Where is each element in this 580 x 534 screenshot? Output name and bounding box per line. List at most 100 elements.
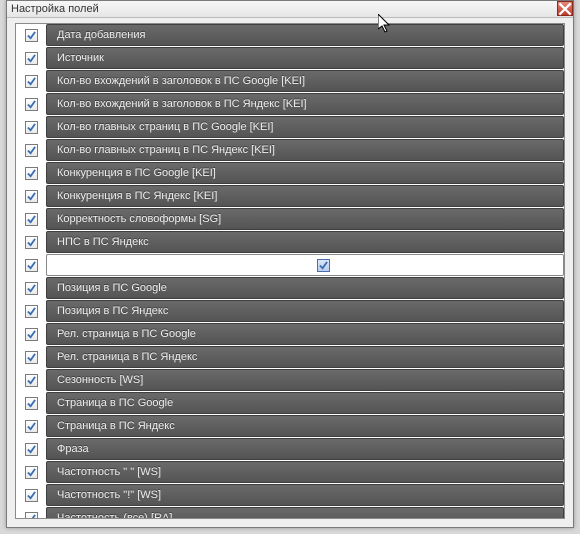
row-label[interactable]: Конкуренция в ПС Google [KEI]	[46, 162, 564, 184]
row-label[interactable]: Кол-во вхождений в заголовок в ПС Google…	[46, 70, 564, 92]
field-row: Рел. страница в ПС Google	[16, 323, 564, 345]
row-label[interactable]: Позиция в ПС Google	[46, 277, 564, 299]
row-check-cell	[16, 438, 46, 460]
row-check-cell	[16, 70, 46, 92]
field-row: Кол-во главных страниц в ПС Google [KEI]	[16, 116, 564, 138]
row-checkbox[interactable]	[25, 121, 38, 134]
row-label[interactable]: Частотность (все) [RA]	[46, 507, 564, 519]
row-checkbox[interactable]	[25, 190, 38, 203]
row-label[interactable]: Дата добавления	[46, 24, 564, 46]
row-label-text: Частотность "!" [WS]	[57, 489, 161, 501]
field-row: Конкуренция в ПС Яндекс [KEI]	[16, 185, 564, 207]
row-label-text: Позиция в ПС Яндекс	[57, 305, 168, 317]
row-label[interactable]: Страница в ПС Яндекс	[46, 415, 564, 437]
row-check-cell	[16, 369, 46, 391]
row-label[interactable]: Конкуренция в ПС Яндекс [KEI]	[46, 185, 564, 207]
row-checkbox[interactable]	[25, 420, 38, 433]
field-row: Рел. страница в ПС Яндекс	[16, 346, 564, 368]
row-checkbox[interactable]	[25, 236, 38, 249]
row-checkbox[interactable]	[25, 282, 38, 295]
row-label[interactable]: Частотность " " [WS]	[46, 461, 564, 483]
row-check-cell	[16, 346, 46, 368]
row-label-text: Источник	[57, 52, 104, 64]
row-label[interactable]	[46, 254, 564, 276]
field-row: Частотность (все) [RA]	[16, 507, 564, 519]
row-checkbox[interactable]	[25, 144, 38, 157]
row-check-cell	[16, 300, 46, 322]
row-checkbox[interactable]	[25, 167, 38, 180]
field-row: Конкуренция в ПС Google [KEI]	[16, 162, 564, 184]
row-checkbox[interactable]	[25, 374, 38, 387]
field-row: Кол-во вхождений в заголовок в ПС Яндекс…	[16, 93, 564, 115]
row-checkbox[interactable]	[25, 259, 38, 272]
row-label-text: Конкуренция в ПС Яндекс [KEI]	[57, 190, 217, 202]
row-checkbox[interactable]	[25, 75, 38, 88]
row-label[interactable]: Источник	[46, 47, 564, 69]
row-check-cell	[16, 392, 46, 414]
row-label-text: Фраза	[57, 443, 89, 455]
field-row: Частотность "!" [WS]	[16, 484, 564, 506]
row-label-text: Кол-во главных страниц в ПС Google [KEI]	[57, 121, 273, 133]
field-row: НПС в ПС Яндекс	[16, 231, 564, 253]
field-row: Страница в ПС Google	[16, 392, 564, 414]
row-check-cell	[16, 185, 46, 207]
row-check-cell	[16, 323, 46, 345]
row-checkbox[interactable]	[25, 98, 38, 111]
row-checkbox[interactable]	[25, 512, 38, 520]
row-label[interactable]: Кол-во главных страниц в ПС Яндекс [KEI]	[46, 139, 564, 161]
row-label[interactable]: Кол-во главных страниц в ПС Google [KEI]	[46, 116, 564, 138]
row-label-text: Дата добавления	[57, 29, 145, 41]
row-check-cell	[16, 484, 46, 506]
row-label-text: Корректность словоформы [SG]	[57, 213, 221, 225]
row-check-cell	[16, 254, 46, 276]
row-checkbox[interactable]	[25, 397, 38, 410]
row-label-text: Рел. страница в ПС Яндекс	[57, 351, 197, 363]
row-checkbox[interactable]	[25, 305, 38, 318]
row-checkbox[interactable]	[25, 443, 38, 456]
field-row: Фраза	[16, 438, 564, 460]
field-row: Позиция в ПС Google	[16, 277, 564, 299]
row-label[interactable]: Фраза	[46, 438, 564, 460]
inline-edit-checkbox[interactable]	[317, 259, 330, 272]
row-check-cell	[16, 461, 46, 483]
row-checkbox[interactable]	[25, 29, 38, 42]
row-check-cell	[16, 162, 46, 184]
row-check-cell	[16, 93, 46, 115]
row-label-text: Частотность " " [WS]	[57, 466, 161, 478]
row-label[interactable]: Рел. страница в ПС Яндекс	[46, 346, 564, 368]
row-checkbox[interactable]	[25, 213, 38, 226]
field-row: Дата добавления	[16, 24, 564, 46]
window-title: Настройка полей	[11, 3, 99, 15]
field-row: Корректность словоформы [SG]	[16, 208, 564, 230]
row-label[interactable]: НПС в ПС Яндекс	[46, 231, 564, 253]
row-label[interactable]: Позиция в ПС Яндекс	[46, 300, 564, 322]
row-check-cell	[16, 208, 46, 230]
row-check-cell	[16, 277, 46, 299]
row-label-text: Кол-во главных страниц в ПС Яндекс [KEI]	[57, 144, 275, 156]
close-button[interactable]	[557, 1, 573, 16]
row-label-text: Кол-во вхождений в заголовок в ПС Google…	[57, 75, 305, 87]
row-label[interactable]: Кол-во вхождений в заголовок в ПС Яндекс…	[46, 93, 564, 115]
field-row: Позиция в ПС Яндекс	[16, 300, 564, 322]
row-label-text: Сезонность [WS]	[57, 374, 143, 386]
row-label[interactable]: Рел. страница в ПС Google	[46, 323, 564, 345]
row-label[interactable]: Страница в ПС Google	[46, 392, 564, 414]
row-label-text: Кол-во вхождений в заголовок в ПС Яндекс…	[57, 98, 307, 110]
row-checkbox[interactable]	[25, 466, 38, 479]
row-label-text: Рел. страница в ПС Google	[57, 328, 196, 340]
row-checkbox[interactable]	[25, 489, 38, 502]
close-icon	[558, 2, 572, 16]
titlebar: Настройка полей	[7, 1, 573, 18]
row-label-text: Страница в ПС Яндекс	[57, 420, 175, 432]
row-label[interactable]: Сезонность [WS]	[46, 369, 564, 391]
row-label[interactable]: Частотность "!" [WS]	[46, 484, 564, 506]
row-checkbox[interactable]	[25, 328, 38, 341]
row-check-cell	[16, 116, 46, 138]
settings-window: Настройка полей Дата добавления Источник К…	[6, 0, 574, 528]
field-row	[16, 254, 564, 276]
row-checkbox[interactable]	[25, 52, 38, 65]
row-checkbox[interactable]	[25, 351, 38, 364]
row-check-cell	[16, 415, 46, 437]
row-label[interactable]: Корректность словоформы [SG]	[46, 208, 564, 230]
row-check-cell	[16, 47, 46, 69]
